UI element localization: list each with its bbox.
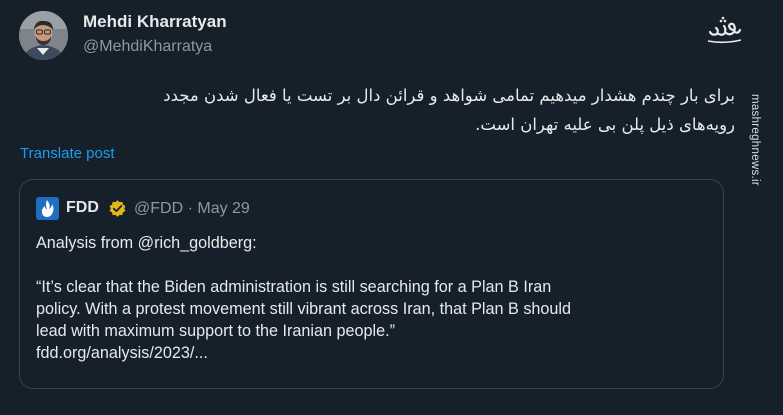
- quoted-link[interactable]: fdd.org/analysis/2023/...: [36, 342, 706, 364]
- quoted-intro: Analysis from @rich_goldberg:: [36, 234, 257, 252]
- mashregh-logo-icon: [704, 8, 744, 48]
- verified-badge-icon: [108, 199, 127, 218]
- watermark-site-label: mashreghnews.ir: [749, 93, 761, 187]
- meta-separator: ·: [187, 200, 193, 217]
- quoted-text: Analysis from @rich_goldberg: “It’s clea…: [36, 232, 706, 364]
- author-name[interactable]: Mehdi Kharratyan: [83, 12, 227, 32]
- tweet-text-line: رویه‌های ذیل پلن بی علیه تهران است.: [475, 115, 735, 134]
- tweet-text-line: برای بار چندم هشدار میدهیم تمامی شواهد و…: [163, 86, 735, 105]
- tweet-text: برای بار چندم هشدار میدهیم تمامی شواهد و…: [22, 81, 735, 139]
- quoted-author-handle[interactable]: @FDD: [134, 200, 183, 217]
- quoted-meta: @FDD · May 29: [134, 200, 250, 218]
- fdd-logo-icon: [36, 197, 59, 220]
- quoted-date[interactable]: May 29: [197, 200, 249, 217]
- quoted-author-name[interactable]: FDD: [66, 199, 99, 217]
- avatar-photo-icon: [19, 11, 68, 60]
- translate-post-link[interactable]: Translate post: [20, 145, 115, 162]
- author-avatar[interactable]: [19, 11, 68, 60]
- quote-line: lead with maximum support to the Iranian…: [36, 322, 396, 340]
- watermark-site-text: mashreghnews.ir: [740, 60, 770, 220]
- quote-line: “It’s clear that the Biden administratio…: [36, 278, 552, 296]
- quoted-tweet-card[interactable]: FDD @FDD · May 29 Analysis from @rich_go…: [19, 179, 724, 389]
- author-handle[interactable]: @MehdiKharratya: [83, 38, 212, 56]
- quote-line: policy. With a protest movement still vi…: [36, 300, 572, 318]
